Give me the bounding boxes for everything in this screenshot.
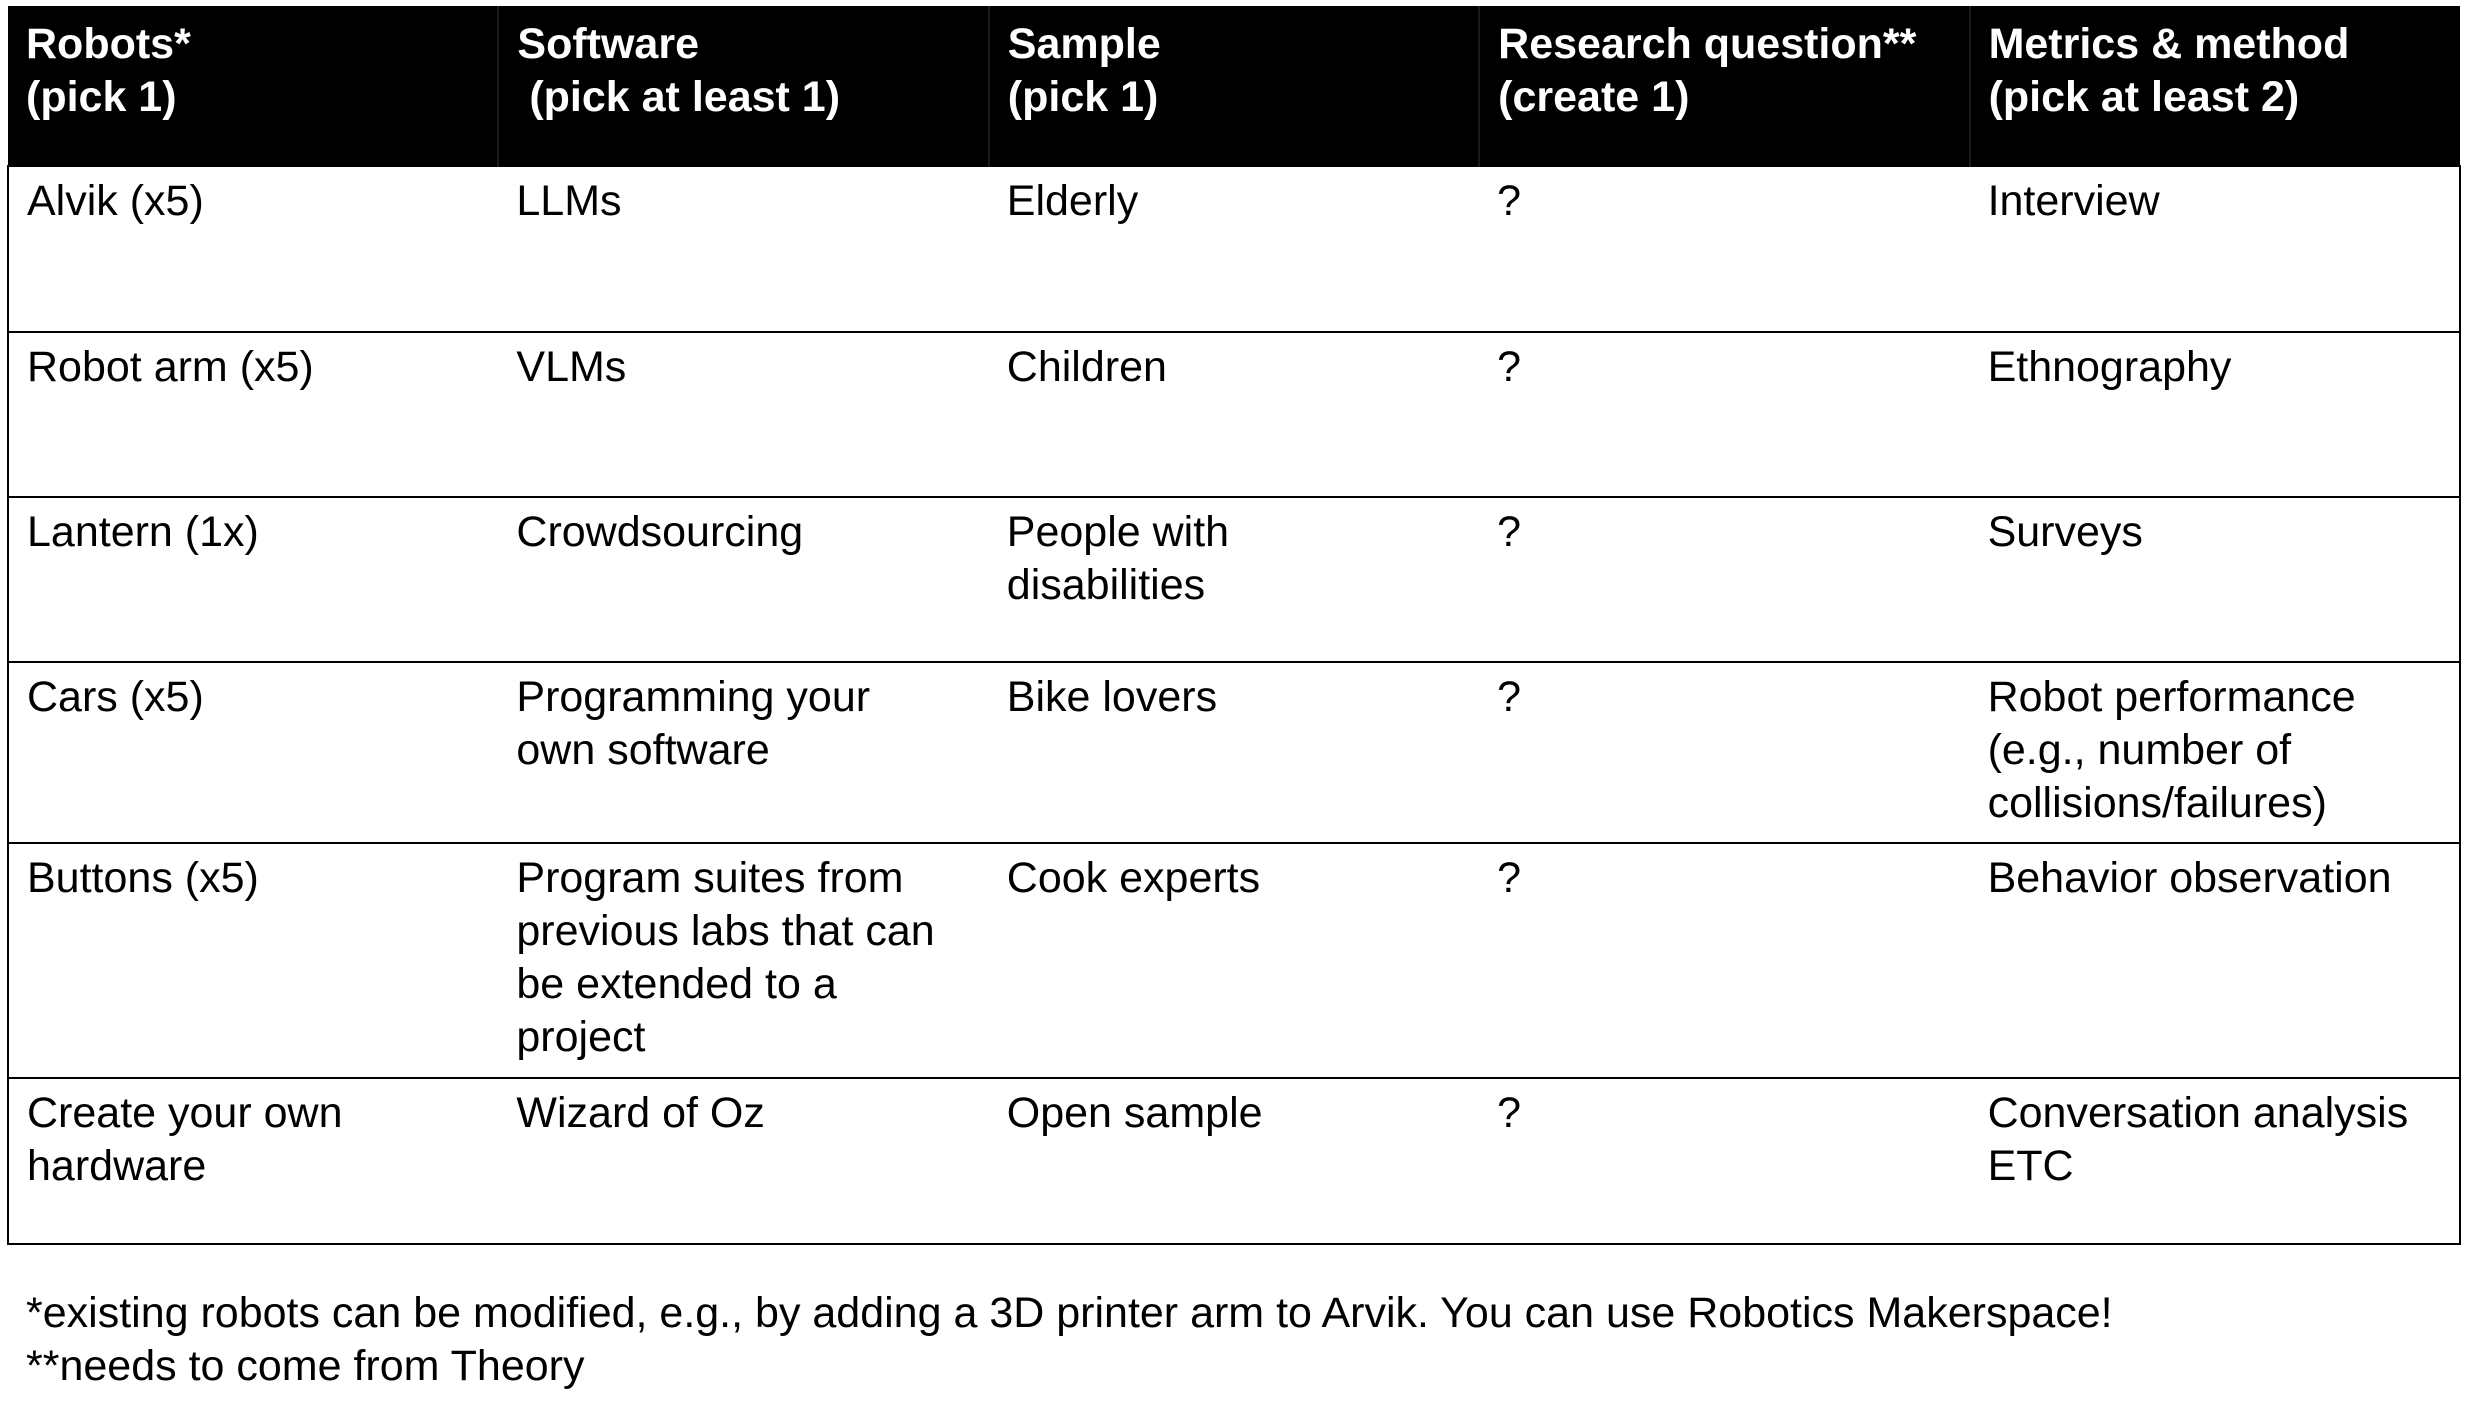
header-software: Software (pick at least 1) (497, 6, 989, 166)
table-row: Cars (x5) Programming your own software … (6, 661, 2461, 843)
cell-text: Robot arm (x5) (27, 343, 314, 391)
cell-research-question: ? (1479, 331, 1970, 497)
cell-text: be extended to a (516, 960, 837, 1008)
header-row: Robots* (pick 1) Software (pick at least… (8, 6, 2460, 166)
table-row: Alvik (x5) LLMs Elderly ? Interview (6, 165, 2461, 332)
cell-text: ETC (1987, 1142, 2074, 1190)
cell-text: Surveys (1987, 508, 2143, 556)
header-software-instruction: (pick at least 1) (517, 73, 841, 121)
cell-text: Behavior observation (1987, 854, 2392, 902)
cell-text: (e.g., number of (1987, 726, 2292, 774)
cell-metrics-method: Behavior observation (1969, 842, 2461, 1078)
cell-text: ? (1497, 508, 1522, 556)
cell-text: Wizard of Oz (516, 1089, 765, 1137)
cell-text: Elderly (1006, 177, 1139, 225)
cell-text: collisions/failures) (1987, 779, 2327, 827)
table-body: Alvik (x5) LLMs Elderly ? Interview Robo… (6, 165, 2461, 1245)
cell-research-question: ? (1479, 165, 1970, 332)
table-row: Lantern (1x) Crowdsourcing People with d… (6, 496, 2461, 662)
footnote-research-question: **needs to come from Theory (26, 1342, 585, 1390)
cell-text: hardware (27, 1142, 207, 1190)
cell-sample: Open sample (988, 1077, 1480, 1245)
header-metrics-method: Metrics & method (pick at least 2) (1968, 6, 2460, 166)
cell-text: Cars (x5) (27, 673, 204, 721)
cell-software: Programming your own software (498, 661, 989, 843)
cell-software: VLMs (498, 331, 989, 497)
cell-text: ? (1497, 177, 1522, 225)
cell-text: ? (1497, 673, 1522, 721)
content-area: Robots* (pick 1) Software (pick at least… (6, 6, 2461, 1245)
cell-robot: Alvik (x5) (6, 165, 499, 332)
footnote-robots: *existing robots can be modified, e.g., … (26, 1289, 2113, 1337)
header-sample-instruction: (pick 1) (1007, 73, 1159, 121)
cell-text: Crowdsourcing (516, 508, 804, 556)
cell-text: project (516, 1013, 646, 1061)
cell-text: ? (1497, 854, 1522, 902)
cell-text: Conversation analysis (1987, 1089, 2409, 1137)
cell-research-question: ? (1479, 842, 1970, 1078)
cell-sample: Cook experts (988, 842, 1480, 1078)
cell-sample: People with disabilities (988, 496, 1480, 662)
cell-text: ? (1497, 1089, 1522, 1137)
header-sample: Sample (pick 1) (987, 6, 1480, 166)
header-software-title: Software (517, 20, 699, 68)
cell-text: Cook experts (1006, 854, 1261, 902)
header-robots-title: Robots* (26, 20, 191, 68)
cell-robot: Create your own hardware (6, 1077, 499, 1245)
cell-research-question: ? (1479, 496, 1970, 662)
cell-text: own software (516, 726, 770, 774)
cell-text: Alvik (x5) (27, 177, 204, 225)
cell-text: People with (1006, 508, 1230, 556)
table-row: Create your own hardware Wizard of Oz Op… (6, 1077, 2461, 1245)
cell-metrics-method: Ethnography (1969, 331, 2461, 497)
cell-text: Create your own (27, 1089, 343, 1137)
table-row: Buttons (x5) Program suites from previou… (6, 842, 2461, 1078)
cell-metrics-method: Interview (1969, 165, 2461, 332)
cell-research-question: ? (1479, 661, 1970, 843)
header-robots: Robots* (pick 1) (8, 6, 499, 166)
cell-metrics-method: Robot performance (e.g., number of colli… (1969, 661, 2461, 843)
cell-software: LLMs (498, 165, 989, 332)
header-metrics-method-instruction: (pick at least 2) (1988, 73, 2300, 121)
cell-text: Robot performance (1987, 673, 2356, 721)
footnotes: *existing robots can be modified, e.g., … (26, 1287, 2113, 1393)
cell-metrics-method: Conversation analysis ETC (1969, 1077, 2461, 1245)
cell-robot: Lantern (1x) (6, 496, 499, 662)
table-row: Robot arm (x5) VLMs Children ? Ethnograp… (6, 331, 2461, 497)
cell-sample: Children (988, 331, 1480, 497)
cell-text: Program suites from (516, 854, 904, 902)
cell-text: Interview (1987, 177, 2160, 225)
cell-metrics-method: Surveys (1969, 496, 2461, 662)
cell-text: Children (1006, 343, 1167, 391)
cell-text: VLMs (516, 343, 627, 391)
cell-text: previous labs that can (516, 907, 935, 955)
options-table: Robots* (pick 1) Software (pick at least… (6, 6, 2461, 1245)
header-research-question: Research question** (create 1) (1478, 6, 1970, 166)
cell-text: LLMs (516, 177, 622, 225)
page: { "table": { "headers": [ {"line1": "Rob… (0, 0, 2466, 1402)
header-metrics-method-title: Metrics & method (1988, 20, 2350, 68)
cell-software: Wizard of Oz (498, 1077, 989, 1245)
cell-text: Open sample (1006, 1089, 1263, 1137)
header-research-question-title: Research question** (1498, 20, 1917, 68)
header-research-question-instruction: (create 1) (1498, 73, 1690, 121)
cell-software: Program suites from previous labs that c… (498, 842, 989, 1078)
cell-text: ? (1497, 343, 1522, 391)
cell-sample: Bike lovers (988, 661, 1480, 843)
cell-software: Crowdsourcing (498, 496, 989, 662)
cell-text: Bike lovers (1006, 673, 1218, 721)
cell-robot: Buttons (x5) (6, 842, 499, 1078)
cell-sample: Elderly (988, 165, 1480, 332)
header-robots-instruction: (pick 1) (26, 73, 177, 121)
cell-text: Ethnography (1987, 343, 2232, 391)
cell-robot: Cars (x5) (6, 661, 499, 843)
cell-text: Buttons (x5) (27, 854, 259, 902)
cell-text: Lantern (1x) (27, 508, 259, 556)
cell-robot: Robot arm (x5) (6, 331, 499, 497)
cell-text: disabilities (1006, 561, 1206, 609)
cell-text: Programming your (516, 673, 871, 721)
cell-research-question: ? (1479, 1077, 1970, 1245)
table-header: Robots* (pick 1) Software (pick at least… (8, 6, 2460, 166)
header-sample-title: Sample (1007, 20, 1161, 68)
